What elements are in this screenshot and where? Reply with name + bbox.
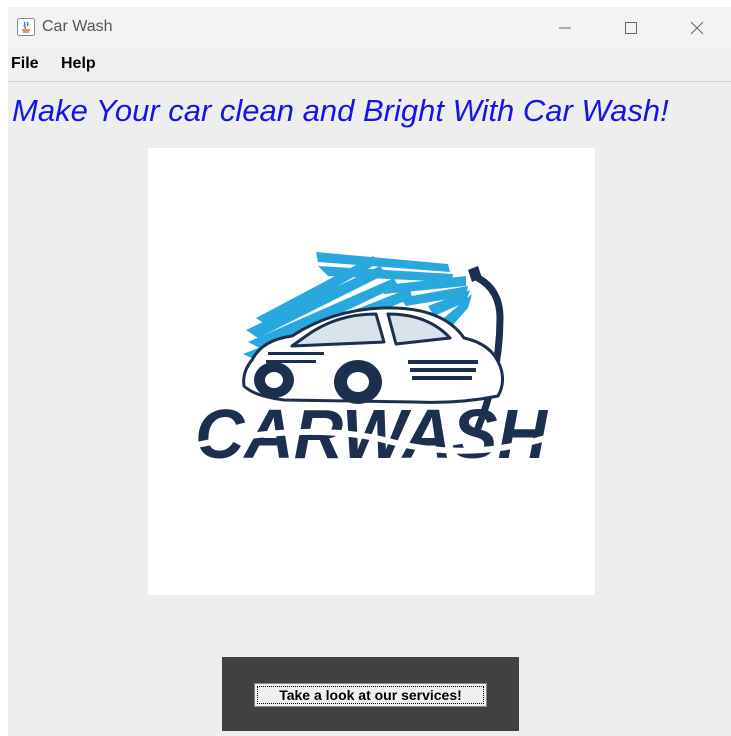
title-bar[interactable]: Car Wash <box>8 7 731 49</box>
maximize-button[interactable] <box>598 7 664 49</box>
menu-help[interactable]: Help <box>61 55 96 73</box>
headline: Make Your car clean and Bright With Car … <box>12 93 669 128</box>
carwash-logo-image: CARWASH <box>148 148 595 595</box>
maximize-icon <box>625 22 637 34</box>
window-title: Car Wash <box>42 18 113 35</box>
minimize-icon <box>559 27 571 29</box>
carwash-logo: CARWASH <box>191 252 553 473</box>
services-button[interactable]: Take a look at our services! <box>254 683 487 707</box>
services-panel: Take a look at our services! <box>222 657 519 731</box>
minimize-button[interactable] <box>532 7 598 49</box>
close-icon <box>690 21 704 35</box>
menu-file[interactable]: File <box>11 55 39 73</box>
menu-bar: File Help <box>8 49 731 82</box>
close-button[interactable] <box>664 7 730 49</box>
app-window: Car Wash File Help Make Your car clean a… <box>8 7 731 736</box>
java-app-icon <box>17 18 35 36</box>
